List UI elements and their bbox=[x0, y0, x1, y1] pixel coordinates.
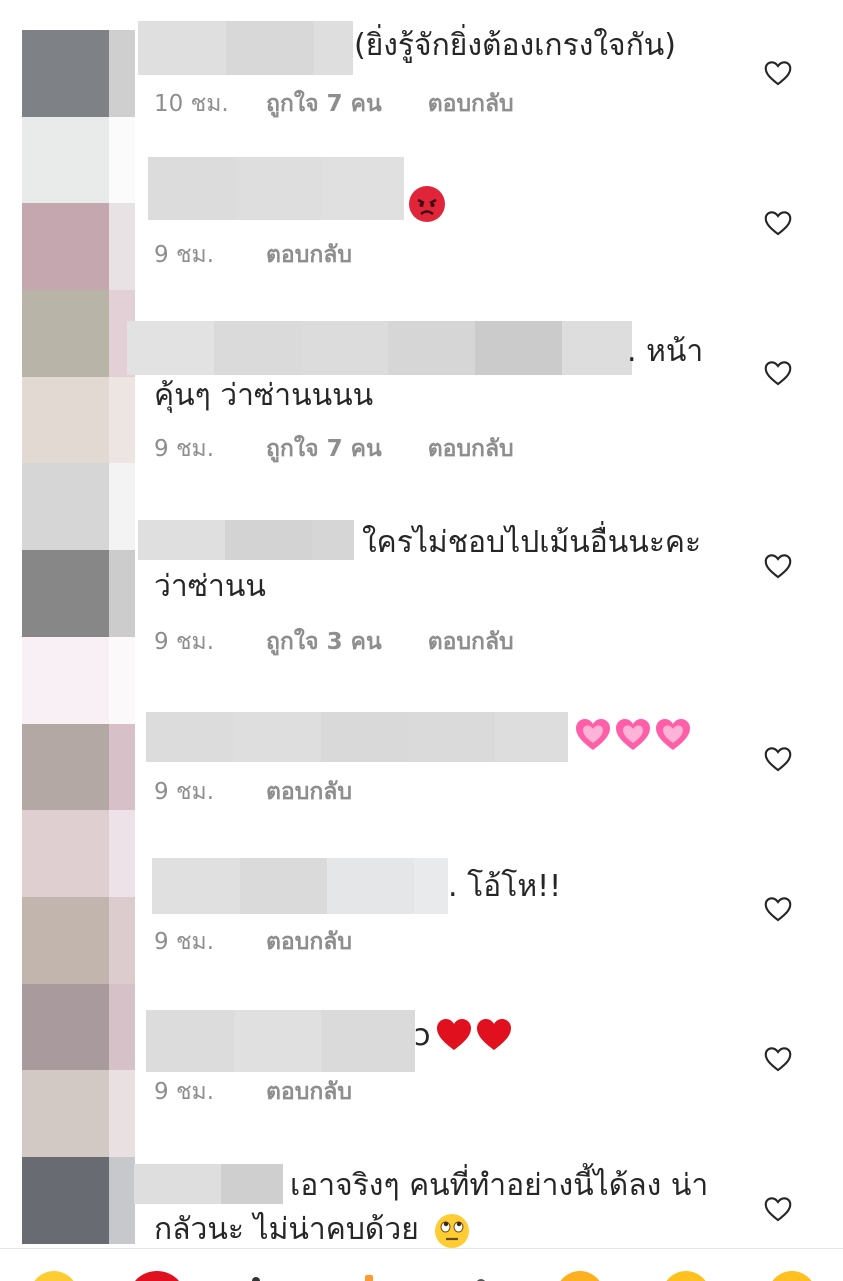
username-blurred[interactable] bbox=[146, 712, 568, 762]
comment-meta: 9 ชม. ตอบกลับ bbox=[154, 924, 352, 960]
comment-text: ɔ bbox=[414, 1018, 431, 1053]
comment-item: เอาจริงๆ คนที่ทำอย่างนี้ได้ลง น่า กลัวนะ… bbox=[0, 1150, 843, 1248]
comment-text-line2: ว่าซ่านน bbox=[154, 569, 266, 604]
username-blurred[interactable] bbox=[134, 1164, 283, 1204]
reply-button[interactable]: ตอบกลับ bbox=[266, 237, 352, 273]
comment-text: ใครไม่ชอบไปเม้นอื่นนะคะ bbox=[362, 525, 702, 560]
comment-item: ใครไม่ชอบไปเม้นอื่นนะคะ ว่าซ่านน 9 ชม. ถ… bbox=[0, 500, 843, 690]
emoji-reaction-button[interactable] bbox=[365, 1275, 373, 1281]
heart-outline-icon[interactable] bbox=[764, 1196, 792, 1222]
pouting-face-emoji bbox=[407, 184, 447, 228]
comment-text: เอาจริงๆ คนที่ทำอย่างนี้ได้ลง น่า bbox=[290, 1168, 709, 1203]
emoji-reaction-button[interactable] bbox=[252, 1277, 260, 1281]
username-blurred[interactable] bbox=[152, 858, 448, 914]
comment-time: 10 ชม. bbox=[154, 91, 229, 117]
comment-meta: 9 ชม. ตอบกลับ bbox=[154, 774, 352, 810]
comment-text-line2: กลัวนะ ไม่น่าคบด้วย bbox=[154, 1212, 419, 1247]
comment-meta: 10 ชม. ถูกใจ 7 คน ตอบกลับ bbox=[154, 86, 514, 122]
red-heart-emoji bbox=[436, 1017, 514, 1057]
comment-meta: 9 ชม. ตอบกลับ bbox=[154, 237, 352, 273]
username-blurred[interactable] bbox=[138, 520, 354, 560]
heart-outline-icon[interactable] bbox=[764, 360, 792, 386]
comment-item: 9 ชม. ตอบกลับ bbox=[0, 150, 843, 290]
heart-outline-icon[interactable] bbox=[764, 553, 792, 579]
heart-outline-icon[interactable] bbox=[764, 746, 792, 772]
comment-text-line2: คุ้นๆ ว่าซ่านนนน bbox=[154, 378, 374, 413]
comment-text: . หน้า bbox=[627, 334, 704, 369]
comment-time: 9 ชม. bbox=[154, 929, 215, 955]
reply-button[interactable]: ตอบกลับ bbox=[428, 624, 514, 660]
username-blurred[interactable] bbox=[146, 1010, 415, 1072]
comment-text: . โอ้โห!! bbox=[448, 869, 562, 904]
comment-time: 9 ชม. bbox=[154, 629, 215, 655]
reply-button[interactable]: ตอบกลับ bbox=[266, 1074, 352, 1110]
growing-heart-emoji bbox=[575, 717, 691, 757]
comment-time: 9 ชม. bbox=[154, 436, 215, 462]
comment-item: 9 ชม. ตอบกลับ bbox=[0, 700, 843, 840]
comment-meta: 9 ชม. ตอบกลับ bbox=[154, 1074, 352, 1110]
likes-count[interactable]: ถูกใจ 7 คน bbox=[266, 431, 382, 467]
heart-outline-icon[interactable] bbox=[764, 896, 792, 922]
comment-text: (ยิ่งรู้จักยิ่งต้องเกรงใจกัน) bbox=[354, 28, 676, 63]
likes-count[interactable]: ถูกใจ 3 คน bbox=[266, 624, 382, 660]
comment-meta: 9 ชม. ถูกใจ 3 คน ตอบกลับ bbox=[154, 624, 514, 660]
comment-item: (ยิ่งรู้จักยิ่งต้องเกรงใจกัน) 10 ชม. ถูก… bbox=[0, 0, 843, 150]
reply-button[interactable]: ตอบกลับ bbox=[428, 431, 514, 467]
comment-meta: 9 ชม. ถูกใจ 7 คน ตอบกลับ bbox=[154, 431, 514, 467]
reply-button[interactable]: ตอบกลับ bbox=[266, 774, 352, 810]
comment-item: ɔ 9 ชม. ตอบกลับ bbox=[0, 1000, 843, 1140]
username-blurred[interactable] bbox=[148, 157, 404, 220]
heart-outline-icon[interactable] bbox=[764, 60, 792, 86]
comment-time: 9 ชม. bbox=[154, 1079, 215, 1105]
comment-time: 9 ชม. bbox=[154, 242, 215, 268]
username-blurred[interactable] bbox=[127, 321, 632, 375]
comment-item: . หน้า คุ้นๆ ว่าซ่านนนน 9 ชม. ถูกใจ 7 คน… bbox=[0, 300, 843, 490]
username-blurred[interactable] bbox=[138, 21, 353, 75]
heart-outline-icon[interactable] bbox=[764, 210, 792, 236]
comment-time: 9 ชม. bbox=[154, 779, 215, 805]
reply-button[interactable]: ตอบกลับ bbox=[266, 924, 352, 960]
comment-item: . โอ้โห!! 9 ชม. ตอบกลับ bbox=[0, 850, 843, 990]
emoji-reaction-bar bbox=[0, 1248, 843, 1281]
heart-outline-icon[interactable] bbox=[764, 1046, 792, 1072]
likes-count[interactable]: ถูกใจ 7 คน bbox=[266, 86, 382, 122]
reply-button[interactable]: ตอบกลับ bbox=[428, 86, 514, 122]
